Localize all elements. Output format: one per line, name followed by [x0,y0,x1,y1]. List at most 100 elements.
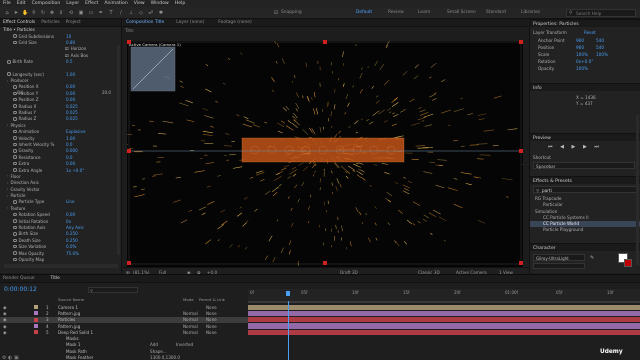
handle-top-right[interactable] [519,40,523,44]
tab-effect-controls[interactable]: Effect Controls [3,20,35,25]
layer-name[interactable]: Mask 1 [66,342,80,347]
layer-label-color[interactable] [34,311,38,316]
tab-render-queue[interactable]: Render Queue [3,276,34,281]
layer-parent[interactable]: None [206,317,217,322]
search-help-field[interactable]: ⚲ Search Help [566,9,636,17]
effect-param-value[interactable]: 1.00 [66,72,75,77]
effect-param-value[interactable]: 1.00 [66,136,75,141]
stopwatch-icon[interactable] [13,129,17,134]
font-style-dropdown[interactable] [533,263,585,269]
workspace-default[interactable]: Default [356,10,372,15]
handle-top-center[interactable] [323,40,327,44]
deep-red-solid-layer[interactable] [242,138,404,162]
layer-duration-bar[interactable] [248,317,640,323]
layer-name[interactable]: Mask Feather [66,355,93,360]
time-ruler[interactable]: 0f 05f 10f 15f 20f 01:00f 05f 10f [248,289,640,301]
effects-search-field[interactable]: ⚲ parti [533,186,637,193]
column-parent[interactable]: Parent & Link [199,297,225,302]
layer-duration-bar[interactable] [248,310,640,317]
menu-edit[interactable]: Edit [17,1,26,6]
camera-tool-icon[interactable]: ▣ [78,10,84,16]
work-area-bar[interactable] [248,301,640,303]
effect-param-value[interactable]: 0.00 [66,97,75,102]
shortcut-dropdown[interactable]: Spacebar [533,162,635,169]
stamp-tool-icon[interactable]: ⊥ [128,10,134,16]
handle-bottom-left[interactable] [127,261,131,265]
stopwatch-icon[interactable] [13,117,17,121]
stopwatch-icon[interactable] [13,244,17,249]
eyedropper-icon[interactable]: ✎ [590,255,594,261]
layer-mode[interactable]: Normal [183,324,198,329]
stopwatch-icon[interactable] [13,200,17,204]
effect-param-value[interactable]: Line [66,199,75,204]
left-panel-scrollbar[interactable] [4,264,118,268]
tab-effect-controls-layer[interactable]: Particles [41,20,60,25]
stopwatch-icon[interactable] [13,40,17,45]
layer-parent[interactable]: None [206,324,217,329]
effect-param-value[interactable]: 0.00 [66,161,75,166]
zoom-tool-icon[interactable]: ⚲ [31,10,37,16]
effect-param-value[interactable]: 0.0% [66,244,76,249]
effect-param-row[interactable]: Opacity Map [3,256,121,262]
effect-param-value[interactable]: 75.0% [66,251,79,256]
current-timecode[interactable]: 0:00:00:12 [4,286,37,293]
effect-param-value[interactable]: Explosive [66,129,85,134]
effect-param-value[interactable]: 0.025 [66,104,78,109]
layer-duration-bar[interactable] [248,304,640,310]
tab-layer-none[interactable]: Layer (none) [176,20,204,25]
transform-reset-link[interactable]: Reset [584,30,596,35]
selection-tool-icon[interactable]: ➤ [13,10,19,16]
effect-param-value[interactable]: Any Axis [66,225,84,230]
orbit-tool-icon[interactable]: ↻ [40,10,46,16]
stopwatch-icon[interactable] [13,142,17,147]
effect-param-value[interactable]: 0.250 [66,231,78,236]
effect-param-value[interactable]: 0.250 [66,238,78,243]
composition-viewer[interactable]: Active Camera (Camera 1) [127,40,523,281]
mask-rect-tool-icon[interactable]: ▭ [88,10,94,16]
stopwatch-icon[interactable] [13,168,17,172]
stopwatch-icon[interactable] [13,149,17,153]
transform-prop-value-2[interactable]: 540 [596,45,604,50]
transform-prop-value-1[interactable]: 960 [576,38,584,43]
stopwatch-icon[interactable] [13,34,17,38]
column-mode[interactable]: Mode [183,297,194,302]
layer-label-color[interactable] [34,317,38,322]
layer-mode[interactable]: Normal [183,311,198,316]
effect-param-value[interactable]: 1x +0.0° [66,168,84,173]
effects-item-cc-particle-world[interactable]: CC Particle World [543,221,579,226]
disclosure-triangle-icon[interactable]: › [7,187,8,191]
brush-tool-icon[interactable]: / [118,10,124,16]
timeline-search-field[interactable]: ⚲ [88,287,138,293]
pen-tool-icon[interactable]: ✒ [98,10,104,16]
layer-mode[interactable]: Normal [183,317,198,322]
layer-name[interactable]: Masks [66,336,79,341]
layer-label-color[interactable] [34,305,38,309]
workspace-standard[interactable]: Standard [486,10,506,15]
visibility-eye-icon[interactable]: ◉ [3,330,7,335]
handle-mid-left[interactable] [127,149,131,153]
roto-tool-icon[interactable]: ☍ [148,10,154,16]
stopwatch-icon[interactable] [7,60,11,64]
left-panel-vertical-scrollbar[interactable] [117,45,120,255]
workspace-libraries[interactable]: Libraries [521,10,540,15]
visibility-eye-icon[interactable]: ◉ [3,317,7,322]
handle-bottom-center[interactable] [323,261,327,265]
layer-name[interactable]: Camera 1 [58,305,78,310]
effect-param-value[interactable]: 0.0 [66,142,73,147]
effect-param-value[interactable]: 0.025 [66,110,78,115]
tab-title-timeline[interactable]: Title [50,276,59,281]
layer-parent[interactable]: None [206,330,217,335]
menu-window[interactable]: Window [151,1,169,6]
preview-transport-controls[interactable]: ⏮ ◀ ▶ ▶ ⏭ [548,144,602,150]
effects-item-particular[interactable]: Particular [543,202,563,207]
workspace-small-screen[interactable]: Small Screen [447,10,476,15]
menu-animation[interactable]: Animation [104,1,127,6]
transform-prop-value-1[interactable]: 100% [576,66,588,71]
effect-param-value[interactable]: 0.0 [66,155,73,160]
eraser-tool-icon[interactable]: ◇ [138,10,144,16]
disclosure-triangle-icon[interactable]: › [7,123,8,127]
stopwatch-icon[interactable] [13,225,17,230]
menu-layer[interactable]: Layer [66,1,79,6]
menu-composition[interactable]: Composition [32,1,61,6]
workspace-review[interactable]: Review [388,10,404,15]
